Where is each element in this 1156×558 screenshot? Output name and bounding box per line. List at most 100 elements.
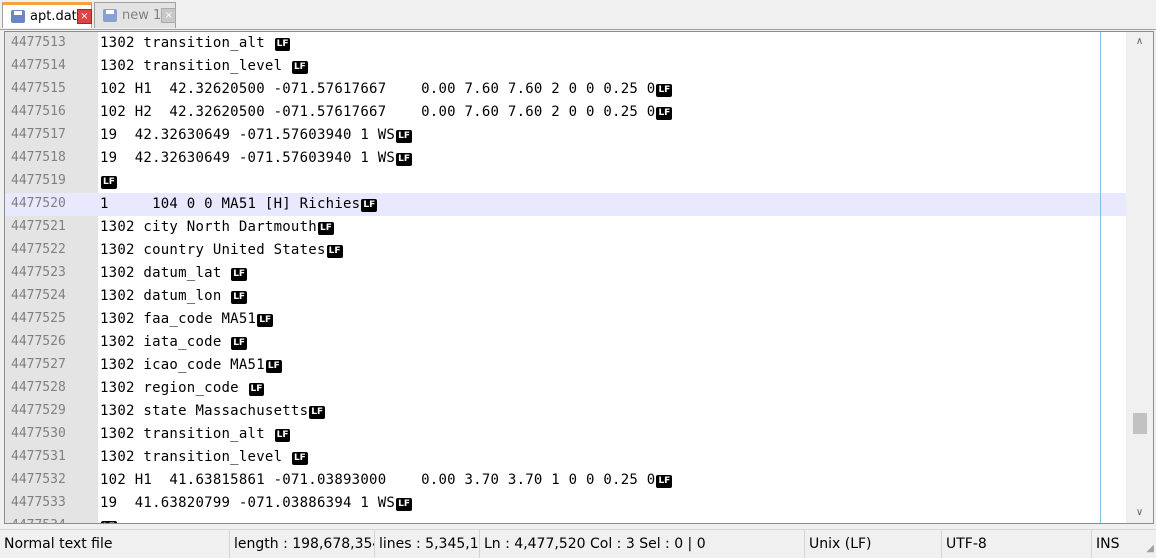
tab-bar: apt.dat × new 1 × <box>0 0 1156 30</box>
line-text[interactable]: LF <box>100 518 117 523</box>
line-content: 1302 faa_code MA51 <box>100 311 257 327</box>
editor-line[interactable]: 4477528 1302 region_code LF <box>5 377 1126 400</box>
eol-lf-icon: LF <box>317 222 334 235</box>
line-content: 1302 transition_level <box>100 58 291 74</box>
line-text[interactable]: 19 41.63820799 -071.03886394 1 WS LF <box>100 495 412 511</box>
line-content: 1302 datum_lon <box>100 288 231 304</box>
line-content: 1302 transition_level <box>100 449 291 465</box>
editor-line[interactable]: 4477516 102 H2 42.32620500 -071.57617667 … <box>5 101 1126 124</box>
line-text[interactable]: 1302 region_code LF <box>100 380 265 396</box>
line-text[interactable]: 102 H1 41.63815861 -071.03893000 0.00 3.… <box>100 472 673 488</box>
close-icon[interactable]: × <box>161 8 177 23</box>
editor-line[interactable]: 4477525 1302 faa_code MA51 LF <box>5 308 1126 331</box>
text-editor[interactable]: 4477513 1302 transition_alt LF 4477514 1302… <box>4 31 1154 524</box>
line-content: 1302 transition_alt <box>100 35 274 51</box>
line-text[interactable]: 1 104 0 0 MA51 [H] Richies LF <box>100 196 378 212</box>
eol-lf-icon: LF <box>231 268 248 281</box>
line-text[interactable]: 102 H1 42.32620500 -071.57617667 0.00 7.… <box>100 81 673 97</box>
line-text[interactable]: 1302 transition_level LF <box>100 449 308 465</box>
eol-lf-icon: LF <box>101 521 117 523</box>
editor-line[interactable]: 4477518 19 42.32630649 -071.57603940 1 WS… <box>5 147 1126 170</box>
line-number: 4477526 <box>11 334 66 349</box>
line-number: 4477524 <box>11 288 66 303</box>
tab-label: new 1 <box>122 8 162 23</box>
eol-lf-icon: LF <box>231 337 248 350</box>
line-text[interactable]: 1302 country United States LF <box>100 242 343 258</box>
eol-lf-icon: LF <box>396 153 412 166</box>
eol-lf-icon: LF <box>291 61 308 74</box>
line-text[interactable]: 1302 icao_code MA51 LF <box>100 357 282 373</box>
line-number: 4477516 <box>11 104 66 119</box>
file-save-icon <box>103 9 117 22</box>
resize-grip-icon[interactable]: ◢ <box>1140 542 1154 556</box>
line-text[interactable]: 1302 transition_level LF <box>100 58 308 74</box>
tab-label: apt.dat <box>30 9 77 24</box>
tab-new-1[interactable]: new 1 × <box>94 2 177 28</box>
editor-line[interactable]: 4477532 102 H1 41.63815861 -071.03893000 … <box>5 469 1126 492</box>
editor-line[interactable]: 4477519 LF <box>5 170 1126 193</box>
line-content: 1302 state Massachusetts <box>100 403 309 419</box>
line-number: 4477532 <box>11 472 66 487</box>
line-text[interactable]: 19 42.32630649 -071.57603940 1 WS LF <box>100 150 412 166</box>
editor-line[interactable]: 4477527 1302 icao_code MA51 LF <box>5 354 1126 377</box>
eol-lf-icon: LF <box>101 176 117 189</box>
line-content: 102 H2 42.32620500 -071.57617667 0.00 7.… <box>100 104 656 120</box>
eol-lf-icon: LF <box>265 360 282 373</box>
eol-lf-icon: LF <box>326 245 343 258</box>
line-number: 4477534 <box>11 518 66 523</box>
editor-line[interactable]: 4477515 102 H1 42.32620500 -071.57617667 … <box>5 78 1126 101</box>
status-file-type: Normal text file <box>0 530 230 558</box>
editor-line[interactable]: 4477523 1302 datum_lat LF <box>5 262 1126 285</box>
line-text[interactable]: 1302 city North Dartmouth LF <box>100 219 334 235</box>
line-content: 1 104 0 0 MA51 [H] Richies <box>100 196 361 212</box>
editor-line[interactable]: 4477533 19 41.63820799 -071.03886394 1 WS… <box>5 492 1126 515</box>
line-content: 102 H1 42.32620500 -071.57617667 0.00 7.… <box>100 81 656 97</box>
line-text[interactable]: 19 42.32630649 -071.57603940 1 WS LF <box>100 127 412 143</box>
editor-line[interactable]: 4477521 1302 city North Dartmouth LF <box>5 216 1126 239</box>
line-number: 4477513 <box>11 35 66 50</box>
editor-line[interactable]: 4477531 1302 transition_level LF <box>5 446 1126 469</box>
line-number: 4477523 <box>11 265 66 280</box>
editor-line[interactable]: 4477529 1302 state Massachusetts LF <box>5 400 1126 423</box>
line-number: 4477531 <box>11 449 66 464</box>
line-text[interactable]: 1302 datum_lon LF <box>100 288 248 304</box>
editor-line[interactable]: 4477526 1302 iata_code LF <box>5 331 1126 354</box>
line-content: 1302 transition_alt <box>100 426 274 442</box>
tab-apt-dat[interactable]: apt.dat × <box>2 2 92 28</box>
status-insert-mode: INS <box>1096 536 1120 552</box>
line-number: 4477522 <box>11 242 66 257</box>
scrollbar-thumb[interactable] <box>1133 413 1147 434</box>
editor-line[interactable]: 4477514 1302 transition_level LF <box>5 55 1126 78</box>
scroll-up-icon[interactable]: ∧ <box>1126 32 1153 52</box>
line-text[interactable]: 1302 datum_lat LF <box>100 265 248 281</box>
line-text[interactable]: 1302 state Massachusetts LF <box>100 403 326 419</box>
line-text[interactable]: 1302 faa_code MA51 LF <box>100 311 274 327</box>
line-number: 4477514 <box>11 58 66 73</box>
scroll-down-icon[interactable]: ∨ <box>1126 503 1153 523</box>
status-bar: Normal text file length : 198,678,354 li… <box>0 529 1156 558</box>
line-text[interactable]: LF <box>100 173 117 189</box>
line-number: 4477518 <box>11 150 66 165</box>
eol-lf-icon: LF <box>656 84 673 97</box>
line-number: 4477533 <box>11 495 66 510</box>
editor-line[interactable]: 4477534 LF <box>5 515 1126 523</box>
line-text[interactable]: 102 H2 42.32620500 -071.57617667 0.00 7.… <box>100 104 673 120</box>
line-text[interactable]: 1302 transition_alt LF <box>100 35 291 51</box>
line-text[interactable]: 1302 iata_code LF <box>100 334 248 350</box>
editor-line[interactable]: 4477522 1302 country United States LF <box>5 239 1126 262</box>
eol-lf-icon: LF <box>396 498 412 511</box>
line-number: 4477517 <box>11 127 66 142</box>
line-text[interactable]: 1302 transition_alt LF <box>100 426 291 442</box>
eol-lf-icon: LF <box>361 199 378 212</box>
editor-line[interactable]: 4477513 1302 transition_alt LF <box>5 32 1126 55</box>
eol-lf-icon: LF <box>231 291 248 304</box>
close-icon[interactable]: × <box>76 9 92 24</box>
vertical-scrollbar[interactable]: ∧ ∨ <box>1126 32 1153 523</box>
editor-lines[interactable]: 4477513 1302 transition_alt LF 4477514 1302… <box>5 32 1126 523</box>
eol-lf-icon: LF <box>257 314 274 327</box>
editor-line[interactable]: 4477517 19 42.32630649 -071.57603940 1 WS… <box>5 124 1126 147</box>
editor-line[interactable]: 4477524 1302 datum_lon LF <box>5 285 1126 308</box>
editor-line[interactable]: 4477530 1302 transition_alt LF <box>5 423 1126 446</box>
eol-lf-icon: LF <box>248 383 265 396</box>
current-line[interactable]: 4477520 1 104 0 0 MA51 [H] Richies LF <box>5 193 1126 216</box>
